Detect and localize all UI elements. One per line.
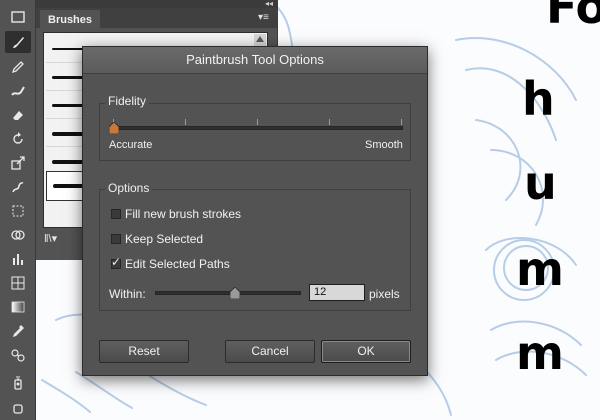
collapse-panel-icon[interactable]: ◂◂: [265, 0, 273, 8]
panel-header-strip: [36, 0, 277, 8]
mesh-icon: [11, 276, 25, 290]
within-slider-thumb[interactable]: [229, 287, 240, 299]
fidelity-slider-thumb[interactable]: [109, 122, 119, 134]
within-unit-label: pixels: [369, 287, 400, 301]
mesh-tool[interactable]: [5, 272, 31, 294]
canvas-letter: m: [516, 242, 564, 296]
blob-brush-tool[interactable]: [5, 80, 31, 102]
blend-tool[interactable]: [5, 344, 31, 366]
paintbrush-tool-options-dialog: Paintbrush Tool Options Fidelity Accurat…: [82, 46, 428, 376]
sketch-stroke: [75, 371, 133, 409]
selection-tool[interactable]: [5, 6, 31, 28]
pencil-tool[interactable]: [5, 56, 31, 78]
free-transform-icon: [12, 205, 24, 217]
fidelity-group: [99, 103, 411, 161]
column-graph-icon: [13, 254, 23, 265]
edit-selected-paths-label[interactable]: Edit Selected Paths: [125, 257, 230, 271]
eyedropper-icon: [13, 325, 24, 337]
fidelity-tick: [329, 119, 330, 125]
fidelity-tick: [257, 119, 258, 125]
blob-brush-icon: [11, 86, 25, 96]
tab-brushes[interactable]: Brushes: [40, 10, 101, 30]
hand-icon: [13, 404, 23, 414]
fidelity-min-label: Accurate: [109, 139, 153, 151]
keep-selected-label[interactable]: Keep Selected: [125, 232, 203, 246]
eraser-tool[interactable]: [5, 104, 31, 126]
fidelity-tick: [185, 119, 186, 125]
shape-builder-icon: [11, 230, 25, 240]
canvas-letter: u: [524, 156, 557, 210]
paintbrush-tool[interactable]: [5, 31, 31, 53]
fidelity-tick: [401, 119, 402, 125]
gradient-icon: [11, 301, 25, 313]
options-group-label: Options: [105, 181, 153, 195]
gradient-tool[interactable]: [5, 296, 31, 318]
edit-selected-paths-checkbox[interactable]: ✓: [111, 255, 122, 269]
keep-selected-checkbox[interactable]: [111, 234, 121, 244]
fidelity-group-label: Fidelity: [105, 94, 150, 108]
scale-icon: [11, 156, 25, 170]
brush-libraries-menu-icon[interactable]: ǁ\▾: [44, 232, 57, 245]
eyedropper-tool[interactable]: [5, 320, 31, 342]
column-graph-tool[interactable]: [5, 248, 31, 270]
cancel-button[interactable]: Cancel: [225, 340, 315, 363]
rotate-tool[interactable]: [5, 128, 31, 150]
panel-menu-icon[interactable]: ▾≡: [258, 12, 272, 24]
within-pixels-input[interactable]: 12: [309, 284, 365, 301]
shape-builder-tool[interactable]: [5, 224, 31, 246]
tools-panel: [0, 0, 36, 420]
reset-button[interactable]: Reset: [99, 340, 189, 363]
fill-new-brush-strokes-checkbox[interactable]: [111, 209, 121, 219]
symbol-sprayer-icon: [14, 376, 22, 390]
hand-tool[interactable]: [5, 396, 31, 418]
pencil-icon: [11, 61, 24, 74]
ok-button[interactable]: OK: [321, 340, 411, 363]
paintbrush-icon: [13, 37, 24, 48]
sketch-stroke: [41, 379, 91, 413]
sketch-stroke: [475, 119, 522, 201]
within-label: Within:: [109, 287, 146, 301]
scale-tool[interactable]: [5, 152, 31, 174]
within-slider-track[interactable]: [155, 291, 301, 295]
fill-new-brush-strokes-label[interactable]: Fill new brush strokes: [125, 207, 241, 221]
rotate-icon: [13, 132, 23, 144]
warp-tool[interactable]: [5, 176, 31, 198]
fidelity-max-label: Smooth: [365, 139, 403, 151]
canvas-letter: Fo: [546, 0, 600, 34]
eraser-icon: [13, 111, 23, 120]
free-transform-tool[interactable]: [5, 200, 31, 222]
selection-tool-icon: [11, 11, 25, 23]
fidelity-slider-track[interactable]: [111, 126, 403, 130]
canvas-letter: h: [522, 72, 555, 126]
canvas-letter: m: [516, 326, 564, 380]
scroll-up-icon[interactable]: [256, 36, 264, 42]
checkmark-icon: ✓: [111, 255, 122, 269]
warp-icon: [12, 182, 24, 193]
blend-icon: [11, 349, 25, 362]
symbol-sprayer-tool[interactable]: [5, 372, 31, 394]
dialog-title: Paintbrush Tool Options: [186, 52, 324, 67]
